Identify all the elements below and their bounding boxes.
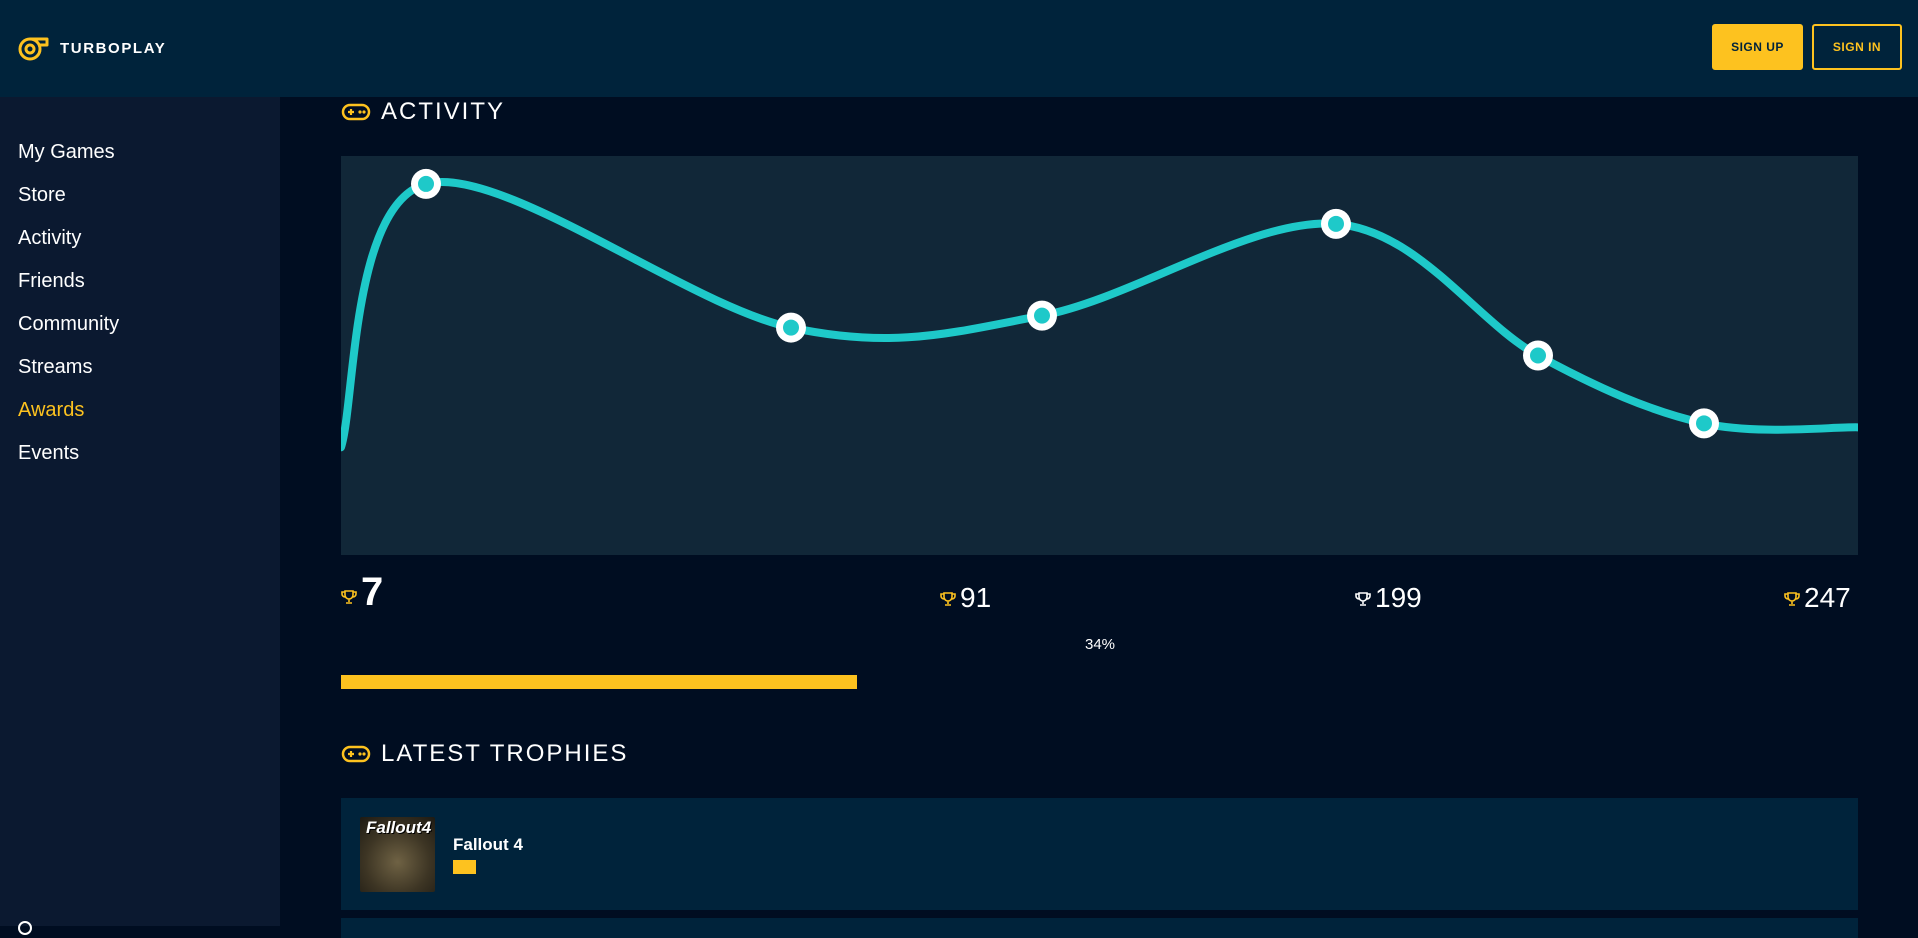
stat-trophies-1: 7 <box>341 570 383 615</box>
activity-line <box>337 178 1862 452</box>
activity-data-point[interactable] <box>1027 300 1057 331</box>
stat-trophies-3: 199 <box>1355 582 1422 614</box>
sidebar-item-my-games[interactable]: My Games <box>18 141 115 164</box>
activity-data-point[interactable] <box>776 312 806 343</box>
progress-percent: 34% <box>1085 636 1116 653</box>
trophy-icon <box>940 592 956 606</box>
activity-title: ACTIVITY <box>381 98 506 125</box>
activity-data-point[interactable] <box>1689 408 1719 439</box>
activity-data-point[interactable] <box>1321 208 1351 239</box>
stat-value: 91 <box>960 582 992 613</box>
activity-chart-svg <box>337 168 1862 452</box>
gamepad-icon <box>341 745 371 763</box>
sidebar-item-activity[interactable]: Activity <box>18 227 81 250</box>
trophy-list-item[interactable] <box>341 918 1858 938</box>
sidebar-item-events[interactable]: Events <box>18 442 79 465</box>
stat-trophies-2: 91 <box>940 582 991 614</box>
stat-value: 199 <box>1375 582 1422 613</box>
sidebar-footer-icon[interactable] <box>18 921 32 935</box>
progress-bar <box>341 675 1858 689</box>
game-progress-bar <box>453 860 476 874</box>
activity-data-point[interactable] <box>1523 340 1553 371</box>
game-thumbnail[interactable]: Fallout4 <box>360 817 435 892</box>
game-name[interactable]: Fallout 4 <box>453 835 523 855</box>
game-thumbnail-title: Fallout4 <box>366 818 432 837</box>
brand-logo[interactable]: TURBOPLAY <box>18 34 166 62</box>
stat-trophies-4: 247 <box>1784 582 1851 614</box>
stat-value: 247 <box>1804 582 1851 613</box>
progress-fill <box>341 675 857 689</box>
activity-section-title: ACTIVITY <box>341 98 505 126</box>
sidebar-item-streams[interactable]: Streams <box>18 356 92 379</box>
trophy-list-item[interactable]: Fallout4 Fallout 4 <box>341 798 1858 910</box>
sidebar-item-community[interactable]: Community <box>18 313 119 336</box>
sign-in-button[interactable]: SIGN IN <box>1812 24 1902 70</box>
top-bar: TURBOPLAY SIGN UP SIGN IN <box>0 0 1918 97</box>
sidebar: My Games Store Activity Friends Communit… <box>0 97 280 935</box>
sidebar-item-friends[interactable]: Friends <box>18 270 85 293</box>
gamepad-icon <box>341 103 371 121</box>
sign-up-button[interactable]: SIGN UP <box>1712 24 1803 70</box>
brand-name: TURBOPLAY <box>60 39 167 57</box>
sidebar-item-store[interactable]: Store <box>18 184 66 207</box>
trophy-icon <box>341 590 357 604</box>
trophy-icon <box>1355 592 1371 606</box>
latest-trophies-section-title: LATEST TROPHIES <box>341 740 628 768</box>
turbo-icon <box>18 37 49 61</box>
activity-data-point[interactable] <box>411 168 441 199</box>
stat-value: 7 <box>361 570 384 614</box>
activity-chart <box>337 156 1862 555</box>
sidebar-item-awards[interactable]: Awards <box>18 399 84 422</box>
latest-trophies-title: LATEST TROPHIES <box>381 740 629 767</box>
trophy-icon <box>1784 592 1800 606</box>
